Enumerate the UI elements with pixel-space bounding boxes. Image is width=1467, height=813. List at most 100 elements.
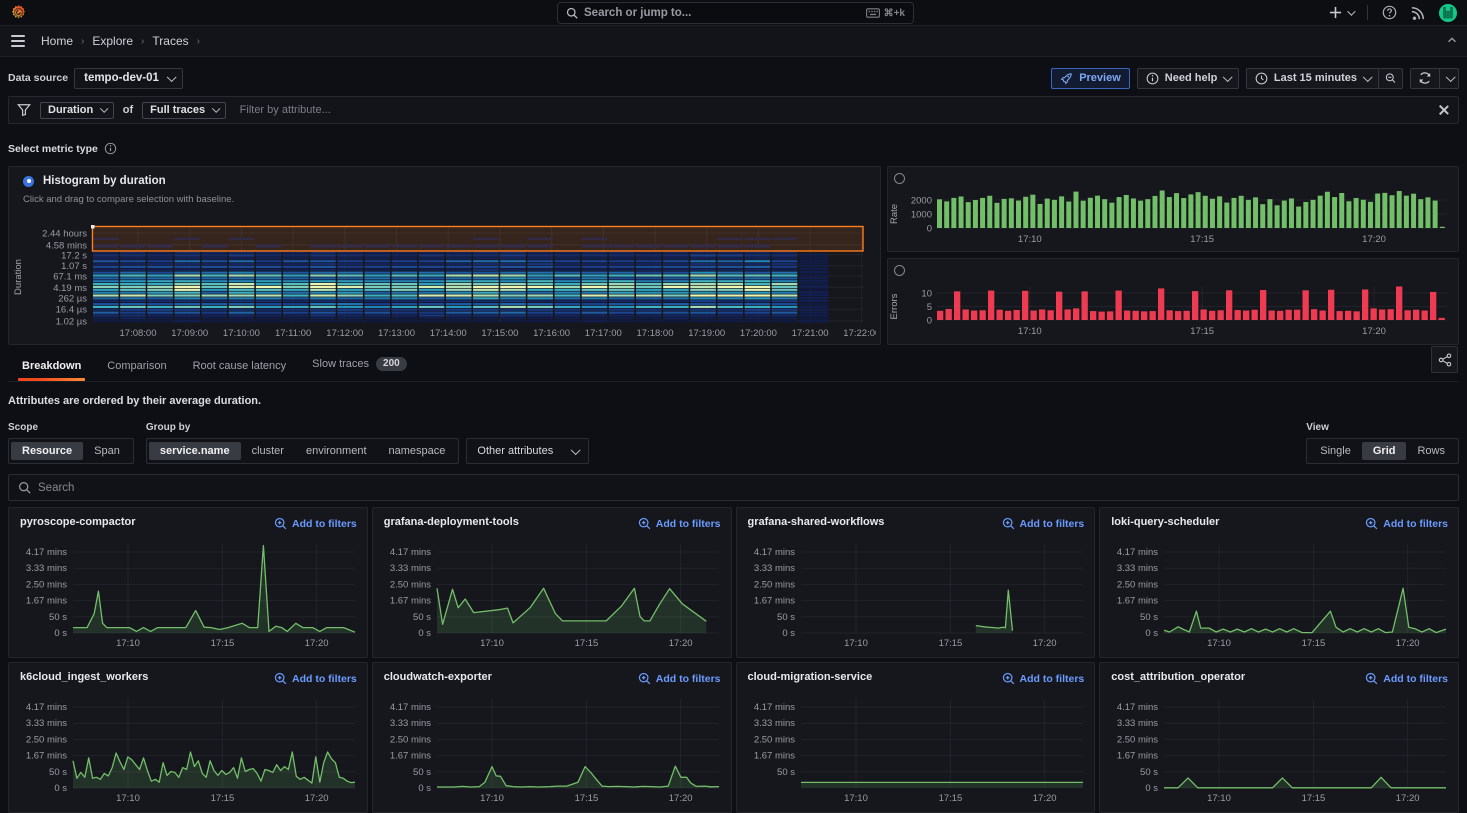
news-button[interactable] [1411,6,1425,20]
tab-slow-traces[interactable]: Slow traces200 [310,358,409,381]
service-duration-chart[interactable]: 4.17 mins3.33 mins2.50 mins1.67 mins50 s… [1100,663,1458,812]
groupby-option-service-name[interactable]: service.name [149,442,241,460]
heatmap-cell [717,286,743,288]
info-circle-icon[interactable] [104,142,117,155]
service-duration-chart[interactable]: 4.17 mins3.33 mins2.50 mins1.67 mins50 s… [1100,508,1458,657]
heatmap-cell [582,300,608,302]
refresh-interval-dropdown[interactable] [1440,68,1460,89]
service-duration-chart[interactable]: 4.17 mins3.33 mins2.50 mins1.67 mins50 s… [9,508,367,657]
service-panel-cloudwatch-exporter[interactable]: cloudwatch-exporter Add to filters 4.17 … [372,662,732,813]
time-range-picker[interactable]: Last 15 minutes [1246,68,1379,89]
datasource-select[interactable]: tempo-dev-01 [74,68,183,89]
add-to-filters-button[interactable]: Add to filters [1002,672,1085,685]
add-new-button[interactable] [1329,6,1353,19]
heatmap-cell [256,260,282,262]
datasource-toolbar-row: Data source tempo-dev-01 Preview Need he… [8,63,1459,93]
service-panel-grafana-deployment-tools[interactable]: grafana-deployment-tools Add to filters … [372,507,732,658]
add-to-filters-button[interactable]: Add to filters [638,672,721,685]
chevron-down-icon [1446,72,1455,81]
breadcrumb-home[interactable]: Home [41,34,73,48]
groupby-option-cluster[interactable]: cluster [241,442,295,460]
groupby-option-environment[interactable]: environment [295,442,378,460]
axis-tick-label: 0 [927,316,932,327]
add-to-filters-button[interactable]: Add to filters [274,672,357,685]
add-to-filters-button[interactable]: Add to filters [638,517,721,530]
axis-tick-label: 1.02 µs [56,317,88,328]
tab-breakdown[interactable]: Breakdown [20,360,83,381]
radio-unselected-icon[interactable] [894,265,905,276]
groupby-option-namespace[interactable]: namespace [378,442,457,460]
heatmap-cell [745,274,771,276]
other-attributes-select[interactable]: Other attributes [466,438,588,464]
breadcrumb-traces[interactable]: Traces [152,34,188,48]
service-duration-chart[interactable]: 4.17 mins3.33 mins2.50 mins1.67 mins50 s… [737,508,1095,657]
heatmap-cell [609,272,635,274]
heatmap-cell [283,260,309,262]
heatmap-cell [690,274,716,276]
global-search-input[interactable]: Search or jump to... ⌘+k [557,2,914,24]
grafana-logo-icon[interactable] [10,4,27,21]
preview-button[interactable]: Preview [1051,68,1130,89]
attribute-search-input[interactable]: Search [8,474,1459,501]
heatmap-cell [446,252,472,254]
scope-option-span[interactable]: Span [83,442,131,460]
plus-icon [1329,6,1342,19]
service-panel-pyroscope-compactor[interactable]: pyroscope-compactor Add to filters 4.17 … [8,507,368,658]
add-to-filters-button[interactable]: Add to filters [274,517,357,530]
clear-filters-button[interactable] [1438,104,1450,116]
heatmap-cell [446,269,472,271]
trace-type-select[interactable]: Full traces [142,102,226,119]
service-panel-loki-query-scheduler[interactable]: loki-query-scheduler Add to filters 4.17… [1099,507,1459,658]
heatmap-cell [147,257,173,259]
need-help-button[interactable]: Need help [1137,68,1239,89]
refresh-button[interactable] [1410,68,1440,89]
service-duration-chart[interactable]: 4.17 mins3.33 mins2.50 mins1.67 mins50 s… [9,663,367,812]
tab-root-cause-latency[interactable]: Root cause latency [191,360,289,381]
heatmap-cell [365,277,391,279]
heatmap-cell [310,252,336,254]
add-to-filters-button[interactable]: Add to filters [1002,517,1085,530]
user-avatar[interactable] [1439,4,1457,22]
service-duration-chart[interactable]: 4.17 mins3.33 mins2.50 mins1.67 mins50 s… [373,508,731,657]
menu-toggle-button[interactable] [11,35,25,47]
service-panel-cloud-migration-service[interactable]: cloud-migration-service Add to filters 4… [736,662,1096,813]
add-to-filters-button[interactable]: Add to filters [1365,672,1448,685]
heatmap-cell [120,292,146,294]
view-option-single[interactable]: Single [1309,442,1362,460]
attribute-filter-input[interactable]: Filter by attribute... [240,104,1429,116]
collapse-section-button[interactable] [1446,34,1458,49]
heatmap-cell [202,300,228,302]
add-to-filters-button[interactable]: Add to filters [1365,517,1448,530]
share-button[interactable] [1431,346,1458,373]
rate-bar-chart[interactable]: 20001000017:1017:1517:20Rate [888,167,1458,251]
errors-bar-chart[interactable]: 105017:1017:1517:20Errors [888,259,1458,344]
tab-comparison[interactable]: Comparison [105,360,168,381]
heatmap-cell [500,312,526,314]
heatmap-cell [799,312,828,314]
errors-panel[interactable]: 105017:1017:1517:20Errors [887,258,1459,345]
view-option-rows[interactable]: Rows [1406,442,1456,460]
radio-selected-icon[interactable] [23,176,34,187]
heatmap-cell [337,274,363,276]
view-option-grid[interactable]: Grid [1362,442,1407,460]
help-button[interactable] [1382,5,1397,20]
histogram-panel[interactable]: Histogram by duration Click and drag to … [8,166,881,345]
bar [1192,291,1198,320]
scope-option-resource[interactable]: Resource [11,442,83,460]
service-panel-cost_attribution_operator[interactable]: cost_attribution_operator Add to filters… [1099,662,1459,813]
metric-function-select[interactable]: Duration [40,102,114,119]
breadcrumb-explore[interactable]: Explore [92,34,133,48]
service-panel-k6cloud_ingest_workers[interactable]: k6cloud_ingest_workers Add to filters 4.… [8,662,368,813]
metric-type-heading: Select metric type [8,142,1459,155]
zoom-out-button[interactable] [1379,68,1403,89]
heatmap-cell [283,289,309,291]
rate-panel[interactable]: 20001000017:1017:1517:20Rate [887,166,1459,252]
radio-unselected-icon[interactable] [894,173,905,184]
service-duration-chart[interactable]: 4.17 mins3.33 mins2.50 mins1.67 mins50 s… [737,663,1095,812]
axis-tick-label: 2.50 mins [390,579,431,590]
service-duration-chart[interactable]: 4.17 mins3.33 mins2.50 mins1.67 mins50 s… [373,663,731,812]
heatmap-cell [500,252,526,254]
heatmap-cell [582,309,608,311]
service-panel-grafana-shared-workflows[interactable]: grafana-shared-workflows Add to filters … [736,507,1096,658]
heatmap-cell [93,300,119,302]
